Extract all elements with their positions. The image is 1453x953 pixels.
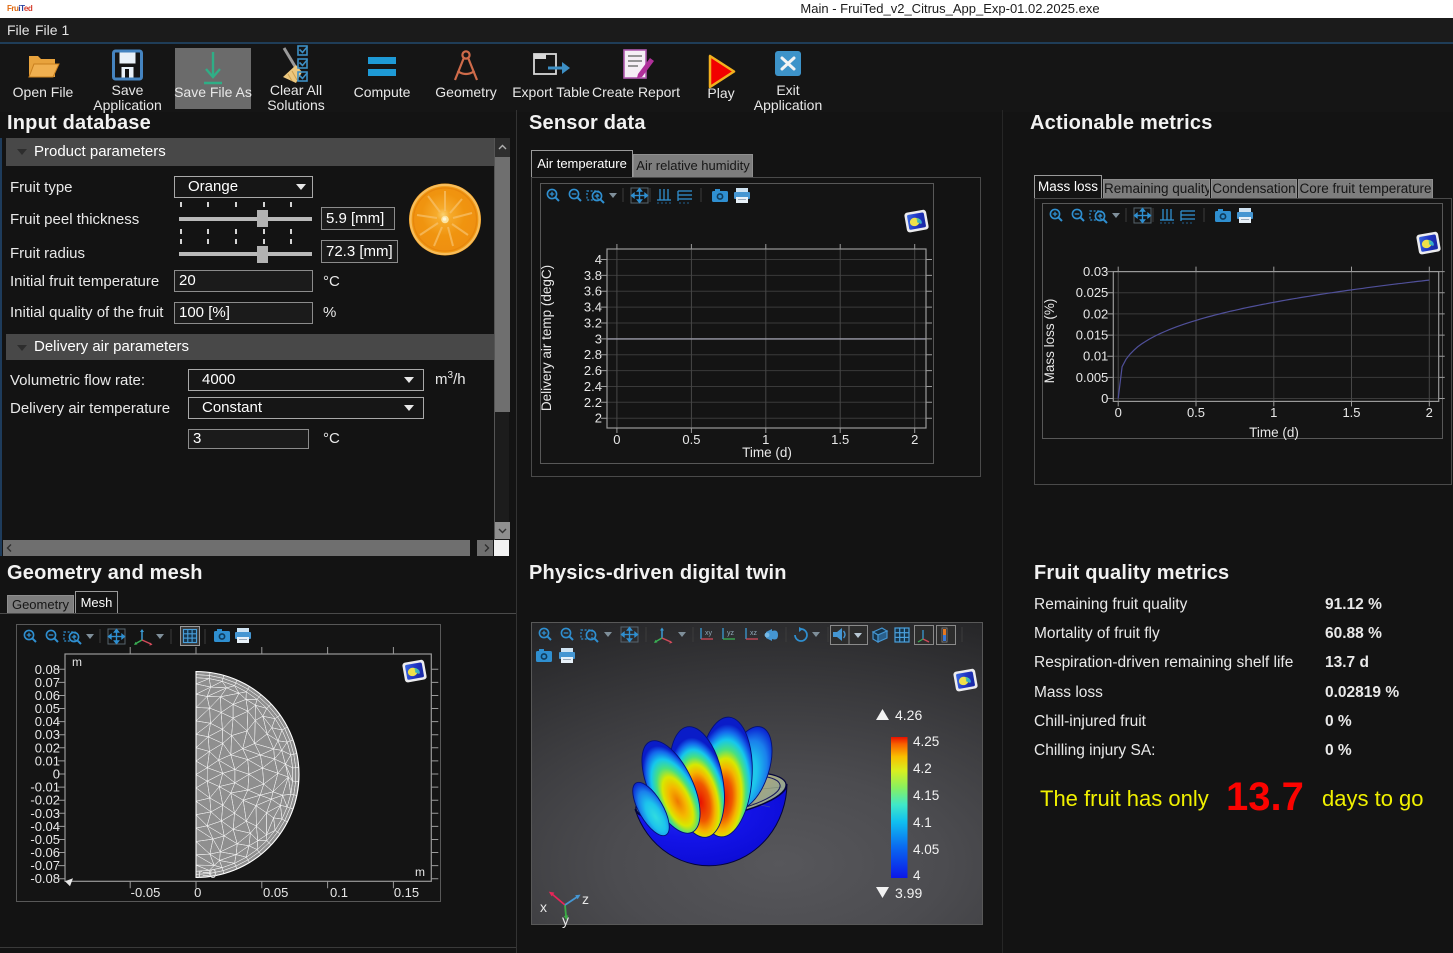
svg-text:m: m: [415, 865, 425, 879]
svg-text:3.2: 3.2: [584, 316, 602, 331]
svg-text:-0.04: -0.04: [30, 819, 60, 834]
svg-text:2.2: 2.2: [584, 395, 602, 410]
svg-text:2.6: 2.6: [584, 363, 602, 378]
svg-text:3.4: 3.4: [584, 300, 602, 315]
svg-text:0.06: 0.06: [35, 688, 60, 703]
svg-text:4.1: 4.1: [913, 815, 932, 830]
svg-text:4: 4: [913, 868, 921, 883]
svg-text:-0.03: -0.03: [30, 806, 60, 821]
svg-text:0.015: 0.015: [1076, 328, 1109, 343]
svg-text:Mass loss (%): Mass loss (%): [1042, 299, 1057, 384]
svg-text:0.02: 0.02: [1083, 306, 1108, 321]
svg-text:xy: xy: [705, 630, 713, 637]
svg-text:r=0: r=0: [198, 867, 216, 881]
svg-text:yz: yz: [727, 630, 735, 637]
svg-text:0.03: 0.03: [1083, 264, 1108, 279]
svg-text:-0.01: -0.01: [30, 780, 60, 795]
svg-text:Delivery air temp (degC): Delivery air temp (degC): [539, 265, 554, 411]
svg-text:0.5: 0.5: [682, 432, 700, 447]
svg-text:0.04: 0.04: [35, 714, 60, 729]
svg-text:3.99: 3.99: [895, 885, 922, 901]
svg-text:0: 0: [194, 885, 201, 900]
svg-text:-0.05: -0.05: [30, 832, 60, 847]
svg-text:0.02: 0.02: [35, 740, 60, 755]
svg-text:0.5: 0.5: [1187, 405, 1205, 420]
svg-text:0.05: 0.05: [263, 885, 288, 900]
svg-text:4.15: 4.15: [913, 788, 939, 803]
svg-text:0: 0: [613, 432, 620, 447]
svg-text:0.15: 0.15: [394, 885, 419, 900]
svg-text:4.25: 4.25: [913, 734, 939, 749]
svg-text:0.01: 0.01: [1083, 349, 1108, 364]
svg-text:4.2: 4.2: [913, 761, 932, 776]
svg-text:2: 2: [911, 432, 918, 447]
svg-text:1.5: 1.5: [1342, 405, 1360, 420]
svg-text:2.4: 2.4: [584, 379, 602, 394]
svg-text:x: x: [540, 899, 547, 915]
svg-text:3.8: 3.8: [584, 268, 602, 283]
svg-text:0: 0: [1115, 405, 1122, 420]
svg-text:Time (d): Time (d): [1249, 425, 1299, 440]
svg-text:y: y: [562, 912, 569, 928]
svg-text:0.03: 0.03: [35, 727, 60, 742]
svg-text:2: 2: [595, 411, 602, 426]
svg-text:Time (d): Time (d): [742, 445, 792, 460]
svg-text:4: 4: [595, 252, 602, 267]
svg-text:4.26: 4.26: [895, 707, 922, 723]
svg-text:4.05: 4.05: [913, 842, 939, 857]
svg-text:z: z: [582, 891, 589, 907]
svg-text:0.005: 0.005: [1076, 370, 1109, 385]
svg-text:0.05: 0.05: [35, 701, 60, 716]
svg-text:0: 0: [1101, 391, 1108, 406]
svg-text:0.08: 0.08: [35, 662, 60, 677]
svg-text:1: 1: [1270, 405, 1277, 420]
svg-text:3.6: 3.6: [584, 284, 602, 299]
svg-text:0.01: 0.01: [35, 753, 60, 768]
svg-text:0.07: 0.07: [35, 675, 60, 690]
svg-text:-0.08: -0.08: [30, 871, 60, 886]
svg-text:1.5: 1.5: [831, 432, 849, 447]
svg-text:-0.06: -0.06: [30, 845, 60, 860]
svg-text:0.1: 0.1: [330, 885, 348, 900]
svg-text:0.025: 0.025: [1076, 285, 1109, 300]
svg-text:3: 3: [595, 331, 602, 346]
svg-text:-0.02: -0.02: [30, 793, 60, 808]
svg-text:2.8: 2.8: [584, 347, 602, 362]
svg-text:0: 0: [53, 767, 60, 782]
svg-text:m: m: [72, 655, 82, 669]
svg-text:-0.05: -0.05: [131, 885, 161, 900]
svg-text:xz: xz: [750, 630, 758, 637]
svg-text:2: 2: [1426, 405, 1433, 420]
svg-text:-0.07: -0.07: [30, 858, 60, 873]
